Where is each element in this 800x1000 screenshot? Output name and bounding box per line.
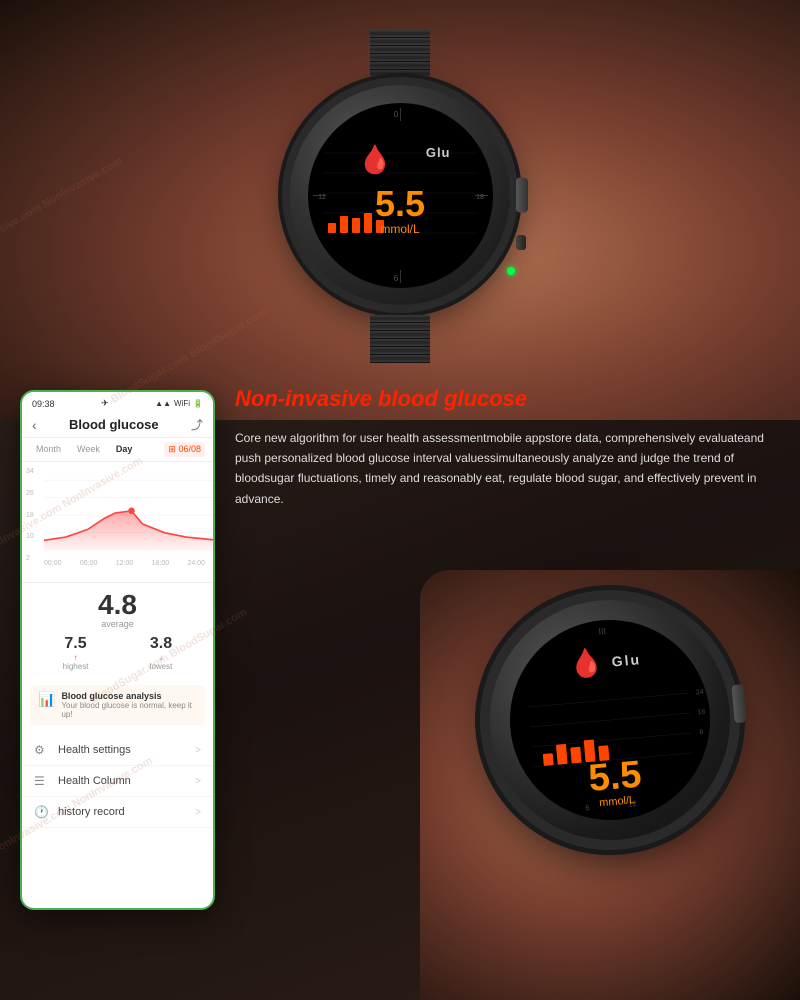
svg-text:12: 12 — [318, 194, 326, 201]
average-value: 4.8 — [32, 591, 203, 619]
analysis-title: Blood glucose analysis — [61, 691, 197, 701]
date-tabs: Month Week Day ⊞ 06/08 — [22, 438, 213, 462]
highest-value: 7.5 — [63, 635, 89, 653]
lowest-value: 3.8 — [150, 635, 173, 653]
column-icon: ☰ — [34, 774, 50, 788]
status-time: 09:38 — [32, 399, 55, 409]
watch-value-top: 5.5 mmol/L — [375, 186, 425, 236]
right-content: Non-invasive blood glucose Core new algo… — [235, 380, 780, 910]
tab-week[interactable]: Week — [71, 442, 106, 457]
middle-section: 09:38 ✈ ▲▲ WiFi 🔋 ‹ Blood glucose ⤴ Mont… — [0, 380, 800, 910]
phone-header: ‹ Blood glucose ⤴ — [22, 412, 213, 438]
svg-text:18: 18 — [476, 194, 484, 201]
screen-title: Blood glucose — [37, 417, 191, 432]
watch-crown — [516, 178, 528, 213]
menu-item-health-settings[interactable]: ⚙ Health settings > — [22, 735, 213, 766]
menu-label-health-column: Health Column — [58, 775, 187, 787]
sensor-dot — [507, 267, 515, 275]
watch-button — [516, 235, 526, 250]
menu-item-history[interactable]: 🕐 history record > — [22, 797, 213, 828]
menu-label-health-settings: Health settings — [58, 744, 187, 756]
history-icon: 🕐 — [34, 805, 50, 819]
svg-text:0: 0 — [393, 110, 398, 119]
chart-y-axis: 34 26 18 10 2 — [26, 468, 34, 562]
phone-mockup: 09:38 ✈ ▲▲ WiFi 🔋 ‹ Blood glucose ⤴ Mont… — [20, 390, 215, 910]
watch-screen-top: 0 6 12 18 🩸 Glu — [308, 103, 493, 288]
analysis-icon: 📊 — [38, 691, 55, 708]
arrow-icon-3: > — [195, 807, 201, 818]
top-section: 0 6 12 18 🩸 Glu — [0, 0, 800, 420]
glucose-drop-icon: 🩸 — [358, 143, 393, 176]
menu-item-health-column[interactable]: ☰ Health Column > — [22, 766, 213, 797]
analysis-text: Blood glucose analysis Your blood glucos… — [61, 691, 197, 719]
body-text: Core new algorithm for user health asses… — [235, 428, 780, 510]
nav-arrow: ✈ — [101, 398, 109, 409]
stat-row: 7.5 ↑ highest 3.8 ↓ lowest — [32, 635, 203, 671]
chart-x-axis: 00:00 06:00 12:00 18:00 24:00 — [44, 560, 205, 567]
highest-stat: 7.5 ↑ highest — [63, 635, 89, 671]
arrow-icon-2: > — [195, 776, 201, 787]
tab-day[interactable]: Day — [110, 442, 139, 457]
glucose-stats: 4.8 average 7.5 ↑ highest 3.8 ↓ lowest — [22, 582, 213, 679]
arrow-icon: > — [195, 745, 201, 756]
status-icons: ▲▲ WiFi 🔋 — [155, 399, 203, 408]
watch-glu-label: Glu — [426, 145, 451, 160]
settings-icon: ⚙ — [34, 743, 50, 757]
phone-status-bar: 09:38 ✈ ▲▲ WiFi 🔋 — [22, 392, 213, 412]
date-label[interactable]: ⊞ 06/08 — [164, 442, 205, 457]
lowest-label: lowest — [150, 662, 173, 671]
analysis-subtitle: Your blood glucose is normal, keep it up… — [61, 701, 197, 719]
lowest-stat: 3.8 ↓ lowest — [150, 635, 173, 671]
share-button[interactable]: ⤴ — [191, 416, 203, 433]
chart-svg — [44, 468, 215, 558]
headline: Non-invasive blood glucose — [235, 385, 780, 414]
phone-menu: ⚙ Health settings > ☰ Health Column > 🕐 … — [22, 731, 213, 832]
watch-top: 0 6 12 18 🩸 Glu — [290, 30, 510, 250]
highest-icon: ↑ — [63, 653, 89, 662]
average-label: average — [32, 619, 203, 629]
menu-label-history: history record — [58, 806, 187, 818]
tab-month[interactable]: Month — [30, 442, 67, 457]
svg-text:6: 6 — [393, 274, 398, 283]
glucose-chart: 34 26 18 10 2 — [22, 462, 213, 582]
lowest-icon: ↓ — [150, 653, 173, 662]
highest-label: highest — [63, 662, 89, 671]
analysis-card: 📊 Blood glucose analysis Your blood gluc… — [30, 685, 205, 725]
average-stat: 4.8 average — [32, 591, 203, 629]
